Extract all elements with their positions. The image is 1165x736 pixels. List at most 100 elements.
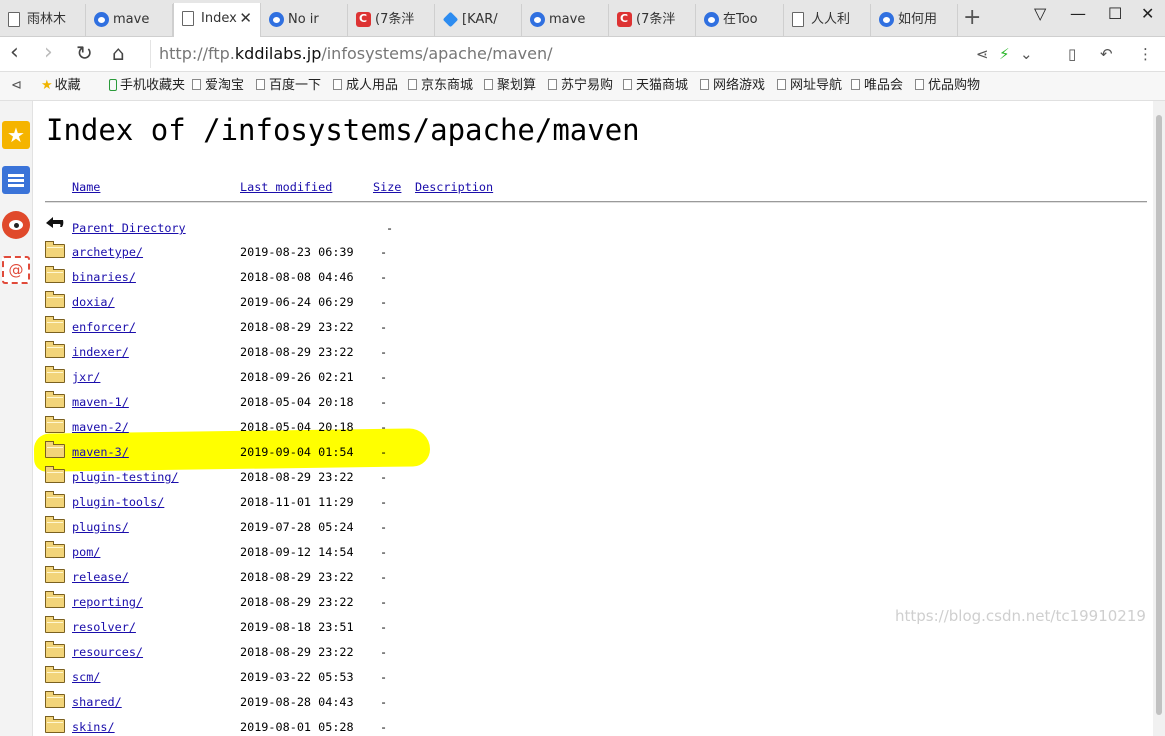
speed-mode-icon[interactable]: ⚡ <box>999 45 1010 63</box>
page-icon <box>548 79 557 90</box>
vertical-scrollbar[interactable] <box>1153 101 1165 736</box>
tab-7[interactable]: (7条泮 <box>609 4 696 36</box>
directory-link[interactable]: resources/ <box>72 645 143 659</box>
tab-8[interactable]: 在Too <box>696 4 784 36</box>
tab-6[interactable]: mave <box>522 4 609 36</box>
back-button[interactable]: ‹ <box>10 40 19 66</box>
directory-link[interactable]: pom/ <box>72 545 100 559</box>
directory-link[interactable]: plugin-tools/ <box>72 495 164 509</box>
watermark: https://blog.csdn.net/tc19910219 <box>895 607 1146 625</box>
tab-label: [KAR/ <box>462 12 498 27</box>
directory-link[interactable]: scm/ <box>72 670 100 684</box>
modified-date: 2019-08-18 23:51 <box>240 620 354 634</box>
close-tab-icon[interactable]: ✕ <box>239 3 252 33</box>
favorites-star-icon[interactable]: ★ <box>2 121 30 149</box>
sort-by-name-link[interactable]: Name <box>72 180 100 194</box>
baidu-paw-icon <box>879 12 894 27</box>
folder-icon <box>45 591 65 608</box>
folder-icon <box>45 641 65 658</box>
address-bar[interactable]: http://ftp.kddilabs.jp/infosystems/apach… <box>150 40 1040 68</box>
bookmark-item[interactable]: 手机收藏夹 <box>109 78 185 94</box>
modified-date: 2019-08-23 06:39 <box>240 245 354 259</box>
bookmark-item[interactable]: 爱淘宝 <box>192 78 244 94</box>
tab-2[interactable]: Index ✕ <box>173 3 261 37</box>
tab-0[interactable]: 雨林木 <box>0 4 86 36</box>
scrollbar-thumb[interactable] <box>1156 115 1162 715</box>
directory-link[interactable]: maven-1/ <box>72 395 129 409</box>
bookmark-item[interactable]: ★ 收藏 <box>41 78 81 94</box>
bookmark-item[interactable]: 苏宁易购 <box>548 78 613 94</box>
entry-size: - <box>380 720 388 734</box>
bookmark-item[interactable]: 聚划算 <box>484 78 536 94</box>
folder-icon <box>45 691 65 708</box>
entry-size: - <box>380 545 388 559</box>
sort-by-modified-link[interactable]: Last modified <box>240 180 332 194</box>
reload-button[interactable]: ↻ <box>76 40 93 66</box>
share-icon[interactable]: ⋖ <box>976 45 989 63</box>
directory-link[interactable]: skins/ <box>72 720 115 734</box>
bookmark-item[interactable]: 网址导航 <box>777 78 842 94</box>
directory-link[interactable]: indexer/ <box>72 345 129 359</box>
bookmark-item[interactable]: 天猫商城 <box>623 78 688 94</box>
folder-icon <box>45 566 65 583</box>
tab-3[interactable]: No ir <box>261 4 348 36</box>
forward-button[interactable]: › <box>44 40 53 66</box>
more-menu-icon[interactable]: ⋮ <box>1138 45 1153 63</box>
directory-link[interactable]: doxia/ <box>72 295 115 309</box>
directory-link[interactable]: resolver/ <box>72 620 136 634</box>
header-divider <box>45 201 1147 203</box>
modified-date: 2019-07-28 05:24 <box>240 520 354 534</box>
sort-by-description-link[interactable]: Description <box>415 180 493 194</box>
close-window-button[interactable]: ✕ <box>1141 4 1154 23</box>
bookmark-item[interactable]: 唯品会 <box>851 78 903 94</box>
directory-link[interactable]: jxr/ <box>72 370 100 384</box>
maximize-button[interactable]: ☐ <box>1108 4 1122 23</box>
directory-link[interactable]: archetype/ <box>72 245 143 259</box>
directory-row: maven-2/2018-05-04 20:18 - <box>33 416 1133 441</box>
new-tab-button[interactable]: + <box>963 6 981 30</box>
column-header-description: Description <box>415 180 493 194</box>
bookmark-item[interactable]: 成人用品 <box>333 78 398 94</box>
tab-4[interactable]: (7条泮 <box>348 4 435 36</box>
tab-label: mave <box>113 12 150 27</box>
folder-icon <box>45 416 65 433</box>
directory-link[interactable]: plugin-testing/ <box>72 470 179 484</box>
directory-link[interactable]: binaries/ <box>72 270 136 284</box>
bookmark-label: 网络游戏 <box>713 78 766 93</box>
tab-1[interactable]: mave <box>86 4 173 36</box>
directory-link[interactable]: plugins/ <box>72 520 129 534</box>
modified-date: 2018-08-29 23:22 <box>240 345 354 359</box>
directory-row: jxr/2018-09-26 02:21 - <box>33 366 1133 391</box>
bookmark-label: 手机收藏夹 <box>120 78 186 93</box>
chevron-down-icon[interactable]: ⌄ <box>1020 45 1033 63</box>
mail-icon[interactable]: @ <box>2 256 30 284</box>
parent-directory-link[interactable]: Parent Directory <box>72 221 186 235</box>
bookmark-item[interactable]: 百度一下 <box>256 78 321 94</box>
directory-link[interactable]: enforcer/ <box>72 320 136 334</box>
modified-date: 2018-08-29 23:22 <box>240 645 354 659</box>
directory-link[interactable]: maven-3/ <box>72 445 129 459</box>
minimize-button[interactable]: — <box>1070 4 1086 23</box>
sidebar-toggle-icon[interactable]: ⊲ <box>11 78 22 94</box>
folder-icon <box>45 291 65 308</box>
tab-9[interactable]: 人人利 <box>784 4 871 36</box>
browser-menu-icon[interactable]: ▽ <box>1034 4 1046 23</box>
directory-link[interactable]: release/ <box>72 570 129 584</box>
page-icon <box>777 79 786 90</box>
bookmark-item[interactable]: 京东商城 <box>408 78 473 94</box>
entry-size: - <box>380 395 388 409</box>
mobile-view-icon[interactable]: ▯ <box>1068 45 1076 63</box>
directory-link[interactable]: shared/ <box>72 695 122 709</box>
tab-5[interactable]: [KAR/ <box>435 4 522 36</box>
directory-link[interactable]: maven-2/ <box>72 420 129 434</box>
modified-date: 2018-08-29 23:22 <box>240 320 354 334</box>
bookmark-item[interactable]: 网络游戏 <box>700 78 765 94</box>
directory-link[interactable]: reporting/ <box>72 595 143 609</box>
bookmark-item[interactable]: 优品购物 <box>915 78 980 94</box>
tab-10[interactable]: 如何用 <box>871 4 958 36</box>
weibo-icon[interactable] <box>2 211 30 239</box>
notes-icon[interactable] <box>2 166 30 194</box>
undo-close-tab-icon[interactable]: ↶ <box>1100 45 1113 63</box>
home-button[interactable]: ⌂ <box>112 40 125 66</box>
sort-by-size-link[interactable]: Size <box>373 180 401 194</box>
